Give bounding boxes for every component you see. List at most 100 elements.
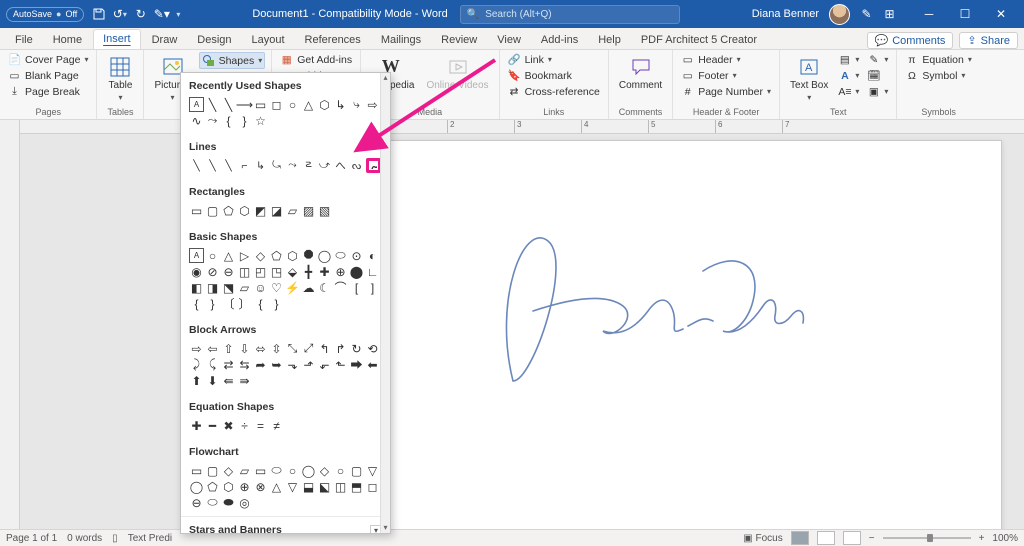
object-button[interactable]: ▣▾ (865, 84, 890, 99)
table-button[interactable]: Table▾ (103, 52, 137, 104)
zoom-slider[interactable] (883, 537, 971, 539)
tab-layout[interactable]: Layout (243, 31, 294, 49)
share-button[interactable]: ⇪ Share (959, 32, 1018, 49)
get-addins-button[interactable]: ▦Get Add-ins (278, 52, 354, 67)
avatar[interactable] (829, 4, 850, 25)
draw-mode-icon[interactable]: ✎ (860, 8, 873, 21)
dd-basic-title: Basic Shapes (189, 228, 382, 246)
tab-pdf[interactable]: PDF Architect 5 Creator (632, 31, 766, 49)
user-name[interactable]: Diana Benner (752, 8, 819, 20)
document-title: Document1 - Compatibility Mode - Word (252, 8, 447, 20)
group-tables: Tables (103, 106, 137, 119)
comment-button[interactable]: Comment (615, 52, 666, 93)
svg-text:A: A (805, 62, 813, 74)
save-icon[interactable] (92, 8, 105, 21)
minimize-button[interactable]: ─ (912, 3, 946, 25)
blank-page-button[interactable]: ▭Blank Page (6, 68, 90, 83)
ribbon-tabs: File Home Insert Draw Design Layout Refe… (0, 28, 1024, 50)
tab-review[interactable]: Review (432, 31, 486, 49)
basic-shapes[interactable]: A○△▷◇⬠⬡⯃◯⬭⊙◐ ◉⊘⊖◫◰◳⬙╋✚⊕⬤∟ ◧◨⬔▱☺♡⚡☁☾⌒ []{… (189, 246, 382, 313)
tab-file[interactable]: File (6, 31, 42, 49)
recent-shapes[interactable]: A╲╲⟶▭◻○△⬡↳⤷⇨ ∿⤳{}☆ (189, 95, 382, 130)
drop-cap-button[interactable]: A≡▾ (836, 84, 861, 99)
link-button[interactable]: 🔗Link ▾ (506, 52, 602, 67)
ribbon-display-icon[interactable]: ⊞ (883, 8, 896, 21)
footer-button[interactable]: ▭Footer ▾ (679, 68, 773, 83)
comments-button[interactable]: 💬 Comments (867, 32, 954, 49)
wordart-button[interactable]: A▾ (836, 68, 861, 83)
quick-access-icon[interactable]: ✎▾ (155, 8, 168, 21)
maximize-button[interactable]: ☐ (948, 3, 982, 25)
print-layout-view[interactable] (791, 531, 809, 545)
group-text: Text (786, 106, 890, 119)
flowchart-shapes[interactable]: ▭▢◇▱▭⬭○◯◇○▢▽ ◯⬠⬡⊕⊗△▽⬓⬕◫⬒◻ ⊖⬭⬬◎ (189, 461, 382, 512)
ribbon: 📄Cover Page ▾ ▭Blank Page ⤓Page Break Pa… (0, 50, 1024, 120)
word-count[interactable]: 0 words (67, 533, 102, 544)
header-button[interactable]: ▭Header ▾ (679, 52, 773, 67)
online-videos-button: Online Videos (422, 52, 492, 93)
rect-shapes[interactable]: ▭▢⬠⬡◩◪▱▨▧ (189, 201, 382, 220)
group-links: Links (506, 106, 602, 119)
page-break-button[interactable]: ⤓Page Break (6, 84, 90, 99)
signature-line-button[interactable]: ✎▾ (865, 52, 890, 67)
page-status[interactable]: Page 1 of 1 (6, 533, 57, 544)
text-box-button[interactable]: AText Box▾ (786, 52, 832, 104)
undo-icon[interactable]: ↺▾ (113, 8, 126, 21)
tab-view[interactable]: View (488, 31, 530, 49)
group-header-footer: Header & Footer (679, 106, 773, 119)
dd-stars-title: Stars and Banners (189, 521, 282, 534)
dd-block-title: Block Arrows (189, 321, 382, 339)
group-pages: Pages (6, 106, 90, 119)
document-canvas[interactable] (20, 120, 1024, 529)
search-icon: 🔍 (467, 9, 479, 20)
cover-page-button[interactable]: 📄Cover Page ▾ (6, 52, 90, 67)
date-time-button[interactable]: 🗓 (865, 68, 890, 83)
zoom-out-button[interactable]: − (869, 533, 875, 544)
vertical-ruler (0, 120, 20, 529)
redo-icon[interactable]: ↻ (134, 8, 147, 21)
block-arrow-shapes[interactable]: ⇨⇦⇧⇩⬄⇳⤡⤢↰↱↻⟲ ⤸⤹⇄⇆➦➥⬎⬏⬐⬑⮕⬅ ⬆⬇⇚⇛ (189, 339, 382, 390)
tab-references[interactable]: References (296, 31, 370, 49)
close-button[interactable]: ✕ (984, 3, 1018, 25)
symbol-button[interactable]: ΩSymbol ▾ (903, 68, 973, 83)
work-area (0, 120, 1024, 529)
web-layout-view[interactable] (843, 531, 861, 545)
equation-button[interactable]: πEquation ▾ (903, 52, 973, 67)
scribble-shape[interactable] (366, 158, 381, 173)
dd-recent-title: Recently Used Shapes (189, 77, 382, 95)
accessibility-icon[interactable]: ▯ (112, 533, 118, 544)
tab-help[interactable]: Help (589, 31, 630, 49)
focus-mode-button[interactable]: ▣ Focus (743, 533, 782, 544)
dd-flow-title: Flowchart (189, 443, 382, 461)
dropdown-scrollbar[interactable]: ▴▾ (380, 73, 390, 533)
dd-eq-title: Equation Shapes (189, 398, 382, 416)
title-bar: AutoSave ● Off ↺▾ ↻ ✎▾ ▾ Document1 - Com… (0, 0, 1024, 28)
tab-addins[interactable]: Add-ins (532, 31, 587, 49)
read-mode-view[interactable] (817, 531, 835, 545)
bookmark-button[interactable]: 🔖Bookmark (506, 68, 602, 83)
zoom-in-button[interactable]: + (979, 533, 985, 544)
lines-shapes[interactable]: ╲╲╲⌐↳⤿⤳౽⤻へᔓ (189, 156, 382, 175)
group-comments: Comments (615, 106, 666, 119)
group-symbols: Symbols (903, 106, 973, 119)
cross-reference-button[interactable]: ⇄Cross-reference (506, 84, 602, 99)
page-number-button[interactable]: #Page Number ▾ (679, 84, 773, 99)
text-predictions[interactable]: Text Predi (128, 533, 172, 544)
quick-parts-button[interactable]: ▤▾ (836, 52, 861, 67)
shapes-dropdown: ▴▾ Recently Used Shapes A╲╲⟶▭◻○△⬡↳⤷⇨ ∿⤳{… (180, 72, 391, 534)
zoom-level[interactable]: 100% (992, 533, 1018, 544)
tab-home[interactable]: Home (44, 31, 91, 49)
dd-rect-title: Rectangles (189, 183, 382, 201)
horizontal-ruler: 1234567 (20, 120, 1024, 134)
page[interactable] (382, 140, 1002, 529)
shapes-button[interactable]: Shapes ▾ (199, 52, 266, 69)
tab-draw[interactable]: Draw (143, 31, 187, 49)
autosave-toggle[interactable]: AutoSave ● Off (6, 7, 84, 22)
equation-shapes[interactable]: ✚━✖÷=≠ (189, 416, 382, 435)
signature-ink (453, 211, 853, 391)
tab-design[interactable]: Design (188, 31, 240, 49)
dd-lines-title: Lines (189, 138, 382, 156)
tab-insert[interactable]: Insert (93, 29, 141, 49)
tab-mailings[interactable]: Mailings (372, 31, 430, 49)
search-box[interactable]: 🔍 Search (Alt+Q) (460, 5, 680, 24)
